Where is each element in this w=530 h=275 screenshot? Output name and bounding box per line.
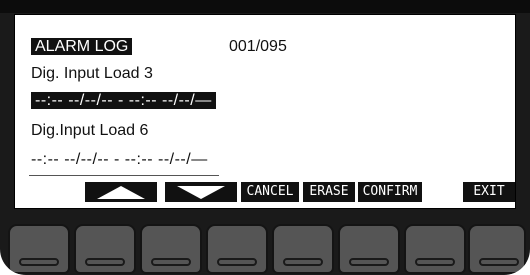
- screen-title-label: ALARM LOG: [31, 38, 133, 55]
- bezel-top-edge: [0, 0, 530, 13]
- triangle-down-icon: [177, 186, 225, 199]
- key-notch: [151, 258, 191, 266]
- screen-title: ALARM LOG: [31, 36, 133, 58]
- alarm-entry-2-label[interactable]: Dig.Input Load 6: [31, 120, 148, 142]
- hardware-key-3[interactable]: [140, 224, 202, 274]
- erase-button[interactable]: ERASE: [303, 182, 355, 202]
- softkey-down[interactable]: [165, 182, 237, 202]
- alarm-entry-2-timestamp[interactable]: --:-- --/--/-- - --:-- --/--/—: [31, 149, 208, 171]
- alarm-entry-1-timestamp-text: --:-- --/--/-- - --:-- --/--/—: [31, 92, 216, 109]
- hardware-key-5[interactable]: [272, 224, 334, 274]
- key-notch: [19, 258, 59, 266]
- device-bezel: ALARM LOG 001/095 Dig. Input Load 3 --:-…: [0, 0, 530, 275]
- alarm-entry-1-timestamp[interactable]: --:-- --/--/-- - --:-- --/--/—: [31, 90, 216, 112]
- hardware-key-1[interactable]: [8, 224, 70, 274]
- alarm-entry-1-label[interactable]: Dig. Input Load 3: [31, 63, 153, 85]
- hardware-key-7[interactable]: [404, 224, 466, 274]
- key-notch: [415, 258, 455, 266]
- hardware-key-8[interactable]: [468, 224, 526, 274]
- hardware-keys: [0, 224, 530, 275]
- triangle-up-icon: [97, 186, 145, 199]
- key-notch: [283, 258, 323, 266]
- cancel-button[interactable]: CANCEL: [241, 182, 299, 202]
- confirm-button[interactable]: CONFIRM: [358, 182, 422, 202]
- key-notch: [217, 258, 257, 266]
- softkey-up[interactable]: [85, 182, 157, 202]
- hardware-key-4[interactable]: [206, 224, 268, 274]
- key-notch: [479, 258, 519, 266]
- hardware-key-6[interactable]: [338, 224, 400, 274]
- lcd-screen: ALARM LOG 001/095 Dig. Input Load 3 --:-…: [14, 14, 516, 209]
- divider: [29, 175, 219, 176]
- alarm-counter: 001/095: [229, 38, 287, 55]
- key-notch: [349, 258, 389, 266]
- softkey-bar: CANCEL ERASE CONFIRM EXIT: [85, 182, 517, 202]
- hardware-key-2[interactable]: [74, 224, 136, 274]
- exit-button[interactable]: EXIT: [463, 182, 515, 202]
- key-notch: [85, 258, 125, 266]
